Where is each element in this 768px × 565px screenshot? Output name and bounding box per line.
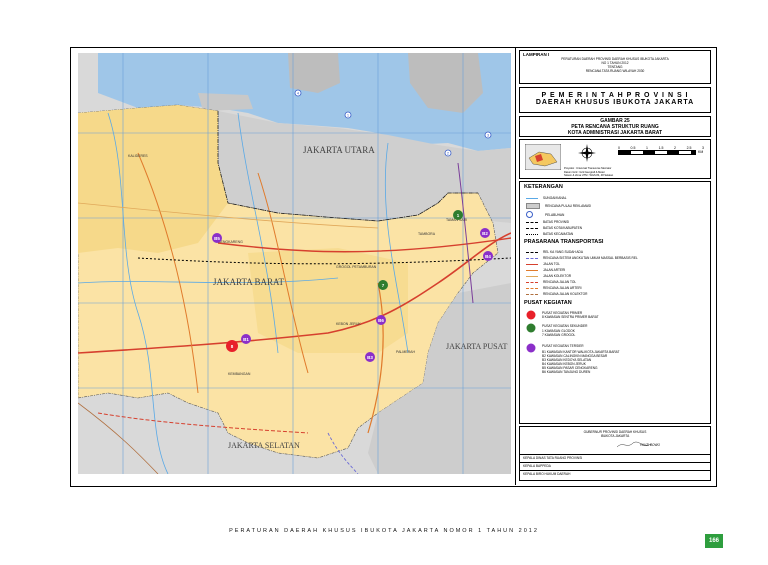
legend-panel: LAMPIRAN I PERATURAN DAERAH PROVINSI DAE…: [515, 47, 716, 485]
signature-line: IBUKOTA JAKARTA: [600, 434, 630, 438]
marker-label: B3: [367, 355, 373, 360]
map-label-kebon-jeruk: KEBON JERUK: [336, 322, 361, 326]
title-box: GAMBAR 25 PETA RENCANA STRUKTUR RUANG KO…: [519, 116, 711, 137]
legend-item: SUNGAI/KANAL: [526, 196, 567, 200]
paraf-row: KEPALA BAPPEDA: [523, 464, 551, 468]
legend-item: BATAS PROVINSI: [526, 220, 569, 224]
page-number: 166: [705, 534, 723, 548]
legend-item: RENCANA PULAU REKLAMASI: [526, 203, 591, 209]
legend-item: PELABUHAN: [526, 211, 564, 218]
legend-item: BATAS KECAMATAN: [526, 232, 573, 236]
header-box: P E M E R I N T A H P R O V I N S I DAER…: [519, 87, 711, 113]
legend-item: REL KA YANG SUDAH ADA: [526, 250, 583, 254]
header-line-2: DAERAH KHUSUS IBUKOTA JAKARTA: [535, 99, 695, 106]
map-label-jakarta-selatan: JAKARTA SELATAN: [228, 441, 300, 450]
marker-label: B5: [214, 236, 220, 241]
signature-scribble: [616, 441, 652, 448]
scale-tick: 0: [618, 146, 620, 150]
transport-title: PRASARANA TRANSPORTASI: [524, 239, 604, 245]
map-svg: JAKARTA UTARA JAKARTA BARAT JAKARTA SELA…: [77, 53, 512, 475]
kalideres-area: [78, 105, 228, 253]
scale-tick: 0.5: [630, 146, 636, 150]
inset-map: [525, 144, 561, 170]
legend-item: RENCANA SISTEM ANGKUTAN UMUM MASSAL BERB…: [526, 256, 638, 260]
paraf-row: KEPALA DINAS TATA RUANG PROVINSI: [523, 456, 583, 460]
map-label-cengkareng: CENGKARENG: [218, 240, 243, 244]
map-label-grogol: GROGOL PETAMBURAN: [336, 265, 377, 269]
map-label-jakarta-pusat: JAKARTA PUSAT: [446, 342, 507, 351]
projection-notes: Proyeksi : Universal Transverse Mercator…: [564, 167, 613, 178]
inset-box: 0 0.5 1 1.5 2 2.5 3 KM Proyeksi : Univer…: [519, 139, 711, 179]
sekunder-title: PUSAT KEGIATAN SEKUNDER: [542, 324, 588, 328]
lampiran-line: RENCANA TATA RUANG WILAYAH 2030: [585, 69, 645, 73]
map-label-kembangan: KEMBANGAN: [228, 372, 251, 376]
legend-item: JALAN ARTERI: [526, 268, 565, 272]
marker-label: B1: [243, 337, 249, 342]
marker-label: B6: [378, 318, 384, 323]
scale-tick: 1: [646, 146, 648, 150]
north-arrow-icon: [578, 144, 596, 162]
pusat-title: PUSAT KEGIATAN: [524, 300, 572, 306]
tersier-item: B6 KAWASAN TANJUNG DUREN: [542, 370, 591, 374]
scale-unit: KM: [698, 150, 704, 154]
map-label-jakarta-utara: JAKARTA UTARA: [303, 145, 375, 155]
paraf-row: KEPALA BIRO HUKUM DAERAH: [523, 472, 571, 476]
map-label-jakarta-barat: JAKARTA BARAT: [213, 277, 285, 287]
primer-icon: [526, 310, 536, 320]
legend-item: JALAN KOLEKTOR: [526, 274, 571, 278]
primer-item: 8 KAWASAN SENTRA PRIMER BARAT: [542, 315, 599, 319]
marker-label: B4: [485, 254, 491, 259]
legend-item: RENCANA JALAN KOLEKTOR: [526, 292, 587, 296]
signature-box: GUBERNUR PROVINSI DAERAH KHUSUS IBUKOTA …: [519, 426, 711, 481]
projection-note: Proyeksi : Universal Transverse Mercator: [564, 167, 612, 170]
map-label-kalideres: KALIDERES: [128, 154, 148, 158]
header-line-1: P E M E R I N T A H P R O V I N S I: [541, 92, 689, 99]
map-label-palmerah: PALMERAH: [396, 350, 415, 354]
map-title-line: KOTA ADMINISTRASI JAKARTA BARAT: [567, 130, 663, 136]
scale-tick: 2.5: [686, 146, 692, 150]
map-area: JAKARTA UTARA JAKARTA BARAT JAKARTA SELA…: [77, 53, 512, 475]
legend-box: KETERANGAN SUNGAI/KANAL RENCANA PULAU RE…: [519, 181, 711, 424]
tersier-icon: [526, 343, 536, 353]
kebon-jeruk-area: [248, 248, 408, 353]
legend-item: RENCANA JALAN ARTERI: [526, 286, 582, 290]
marker-label: B2: [482, 231, 488, 236]
reclamation-island: [198, 93, 253, 111]
page-footer: PERATURAN DAERAH KHUSUS IBUKOTA JAKARTA …: [229, 528, 539, 534]
projection-note: Sistem & Zona UTM : WGS 84, 48 Selatan: [564, 174, 614, 177]
map-label-tambora: TAMBORA: [418, 232, 436, 236]
legend-item: RENCANA JALAN TOL: [526, 280, 576, 284]
legend-title: KETERANGAN: [524, 184, 563, 190]
scale-tick: 1.5: [658, 146, 664, 150]
sekunder-icon: [526, 323, 536, 333]
scale-bar: 0 0.5 1 1.5 2 2.5 3 KM: [618, 146, 704, 155]
lampiran-box: LAMPIRAN I PERATURAN DAERAH PROVINSI DAE…: [519, 50, 711, 84]
tersier-title: PUSAT KEGIATAN TERSIER: [542, 344, 584, 348]
legend-item: JALAN TOL: [526, 262, 560, 266]
legend-item: BATAS KOTA/KABUPATEN: [526, 226, 582, 230]
sekunder-item: 7 KAWASAN GROGOL: [542, 333, 576, 337]
scale-tick: 2: [674, 146, 676, 150]
